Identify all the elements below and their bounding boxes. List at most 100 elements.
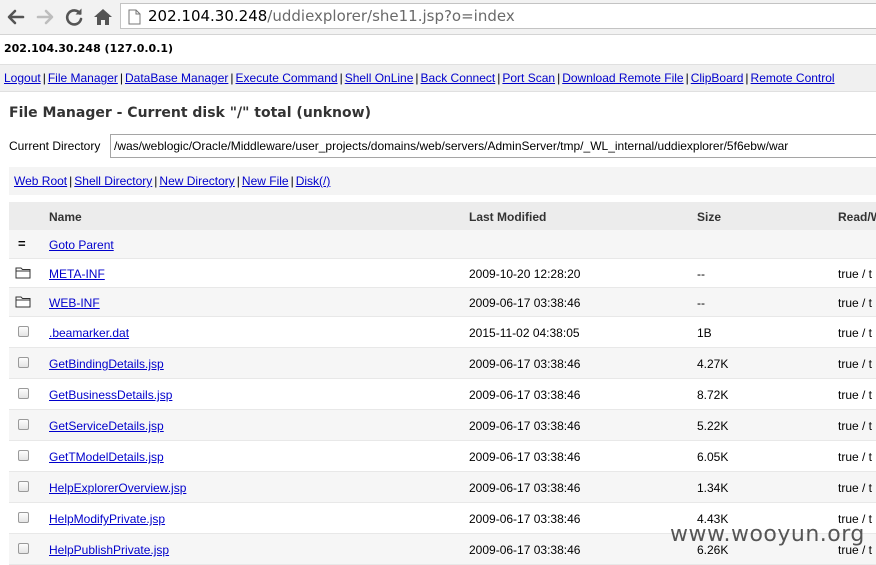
file-link[interactable]: HelpExplorerOverview.jsp [49, 481, 186, 495]
file-size: -- [697, 267, 705, 281]
last-modified: 2009-06-17 03:38:46 [469, 388, 581, 402]
file-select-checkbox[interactable] [18, 326, 29, 337]
last-modified: 2009-06-17 03:38:46 [469, 419, 581, 433]
menu-database-manager-link[interactable]: DataBase Manager [125, 71, 228, 85]
file-size: 4.27K [697, 357, 729, 371]
url-path: /uddiexplorer/she11.jsp?o=index [267, 7, 515, 25]
subnav-separator: | [290, 174, 294, 188]
menu-remote-control-link[interactable]: Remote Control [751, 71, 835, 85]
menu-port-scan-link[interactable]: Port Scan [502, 71, 555, 85]
last-modified: 2009-06-17 03:38:46 [469, 512, 581, 526]
read-write-status: true / t [838, 419, 873, 433]
last-modified: 2009-06-17 03:38:46 [469, 357, 581, 371]
menu-separator: | [415, 71, 419, 85]
menu-file-manager-link[interactable]: File Manager [48, 71, 118, 85]
folder-link[interactable]: META-INF [49, 267, 105, 281]
folder-link[interactable]: WEB-INF [49, 296, 100, 310]
table-row: HelpExplorerOverview.jsp 2009-06-17 03:38… [9, 472, 876, 503]
menu-separator: | [339, 71, 343, 85]
read-write-status: true / t [838, 388, 873, 402]
equals-icon: = [18, 236, 26, 251]
reload-icon[interactable] [62, 5, 86, 29]
table-header: Name Last Modified Size Read/W [9, 202, 876, 230]
home-icon[interactable] [91, 5, 115, 29]
last-modified: 2015-11-02 04:38:05 [469, 326, 580, 340]
table-row: GetTModelDetails.jsp 2009-06-17 03:38:46 6… [9, 441, 876, 472]
folder-icon [15, 295, 31, 311]
table-row: .beamarker.dat 2015-11-02 04:38:05 1B true … [9, 317, 876, 348]
directory-action-links: Web Root | Shell Directory | New Directory | N… [14, 174, 330, 188]
read-write-status: true / t [838, 450, 873, 464]
column-last-modified: Last Modified [469, 210, 547, 224]
column-size: Size [697, 210, 722, 224]
file-select-checkbox[interactable] [18, 419, 29, 430]
current-directory-input[interactable]: /was/weblogic/Oracle/Middleware/user_pro… [110, 134, 876, 158]
file-select-checkbox[interactable] [18, 388, 29, 399]
file-select-checkbox[interactable] [18, 357, 29, 368]
file-link[interactable]: GetTModelDetails.jsp [49, 450, 164, 464]
watermark: www.wooyun.org [670, 522, 865, 547]
file-select-checkbox[interactable] [18, 543, 29, 554]
top-menu-links: Logout | File Manager | DataBase Manager | Exe… [4, 71, 835, 85]
table-row: GetBindingDetails.jsp 2009-06-17 03:38:46… [9, 348, 876, 379]
top-menu: Logout | File Manager | DataBase Manager | Exe… [0, 64, 876, 92]
file-select-checkbox[interactable] [18, 450, 29, 461]
menu-separator: | [230, 71, 234, 85]
read-write-status: true / t [838, 481, 873, 495]
file-link[interactable]: GetBindingDetails.jsp [49, 357, 164, 371]
file-link[interactable]: GetBusinessDetails.jsp [49, 388, 172, 402]
new-file-link[interactable]: New File [242, 174, 289, 188]
browser-toolbar: 202.104.30.248/uddiexplorer/she11.jsp?o=… [0, 0, 876, 35]
goto-parent-row: = Goto Parent [9, 230, 876, 259]
address-bar[interactable]: 202.104.30.248/uddiexplorer/she11.jsp?o=… [120, 3, 876, 29]
file-select-checkbox[interactable] [18, 512, 29, 523]
shell-directory-link[interactable]: Shell Directory [74, 174, 152, 188]
menu-logout-link[interactable]: Logout [4, 71, 41, 85]
table-row: WEB-INF 2009-06-17 03:38:46 -- true / t [9, 288, 876, 317]
url-text: 202.104.30.248/uddiexplorer/she11.jsp?o=… [148, 7, 515, 25]
last-modified: 2009-06-17 03:38:46 [469, 481, 581, 495]
file-size: 1.34K [697, 481, 729, 495]
new-directory-link[interactable]: New Directory [159, 174, 234, 188]
file-table: Name Last Modified Size Read/W = Goto Pa… [9, 202, 876, 565]
file-size: -- [697, 296, 705, 310]
read-write-status: true / t [838, 357, 873, 371]
current-directory-label: Current Directory [9, 139, 101, 153]
folder-icon [15, 266, 31, 282]
read-write-status: true / t [838, 326, 873, 340]
file-link[interactable]: GetServiceDetails.jsp [49, 419, 164, 433]
disk-link[interactable]: Disk(/) [296, 174, 331, 188]
file-size: 5.22K [697, 419, 729, 433]
file-size: 1B [697, 326, 712, 340]
menu-separator: | [745, 71, 749, 85]
directory-actions: Web Root | Shell Directory | New Directory | N… [9, 167, 876, 195]
last-modified: 2009-06-17 03:38:46 [469, 296, 581, 310]
file-select-checkbox[interactable] [18, 481, 29, 492]
forward-arrow-icon[interactable] [33, 5, 57, 29]
table-row: GetBusinessDetails.jsp 2009-06-17 03:38:4… [9, 379, 876, 410]
host-info: 202.104.30.248 (127.0.0.1) [4, 42, 174, 55]
menu-shell-online-link[interactable]: Shell OnLine [345, 71, 414, 85]
last-modified: 2009-06-17 03:38:46 [469, 543, 581, 557]
menu-separator: | [42, 71, 46, 85]
web-root-link[interactable]: Web Root [14, 174, 67, 188]
file-link[interactable]: HelpPublishPrivate.jsp [49, 543, 169, 557]
page-icon [128, 9, 141, 28]
goto-parent-link[interactable]: Goto Parent [49, 238, 114, 252]
file-link[interactable]: HelpModifyPrivate.jsp [49, 512, 165, 526]
file-rows: META-INF 2009-10-20 12:28:20 -- true / t WEB… [9, 259, 876, 565]
menu-separator: | [685, 71, 689, 85]
menu-execute-command-link[interactable]: Execute Command [236, 71, 338, 85]
file-size: 8.72K [697, 388, 729, 402]
menu-clipboard-link[interactable]: ClipBoard [691, 71, 744, 85]
menu-download-remote-file-link[interactable]: Download Remote File [562, 71, 683, 85]
menu-separator: | [119, 71, 123, 85]
file-link[interactable]: .beamarker.dat [49, 326, 129, 340]
file-size: 6.05K [697, 450, 729, 464]
last-modified: 2009-06-17 03:38:46 [469, 450, 581, 464]
subnav-separator: | [236, 174, 240, 188]
url-host: 202.104.30.248 [148, 7, 268, 25]
read-write-status: true / t [838, 296, 873, 310]
back-arrow-icon[interactable] [4, 5, 28, 29]
menu-back-connect-link[interactable]: Back Connect [421, 71, 496, 85]
